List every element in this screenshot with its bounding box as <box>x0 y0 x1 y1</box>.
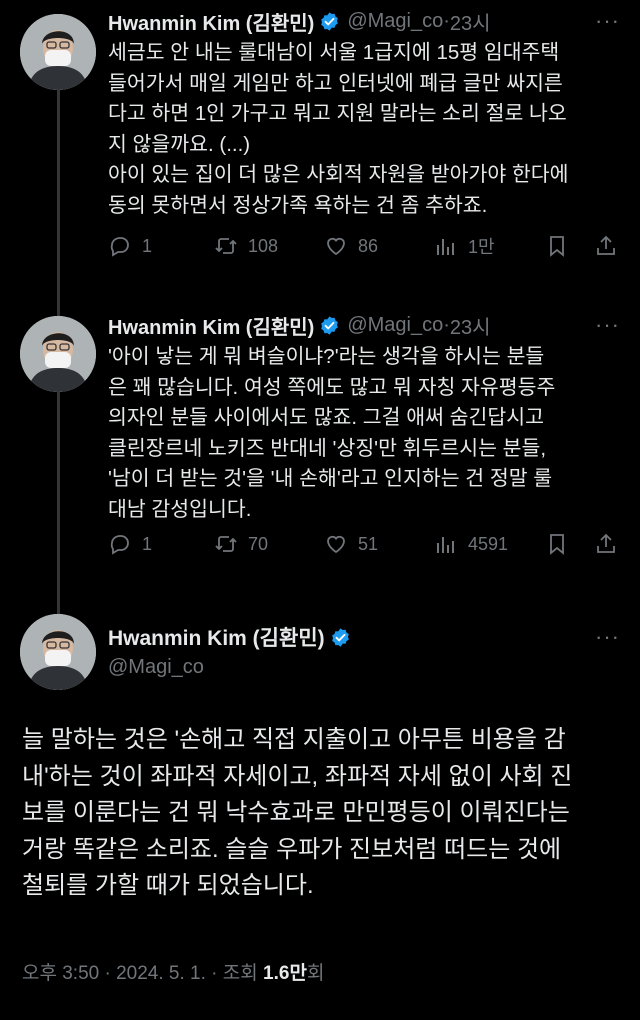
author-handle[interactable]: @Magi_co <box>347 314 443 337</box>
tweet-meta: 오후 3:50 · 2024. 5. 1. · 조회 1.6만회 <box>22 958 324 985</box>
timestamp[interactable]: 오후 3:50 · 2024. 5. 1. · 조회 <box>22 963 263 984</box>
more-icon[interactable]: ··· <box>595 8 620 34</box>
share-icon <box>597 235 615 255</box>
retweet-count: 108 <box>248 235 279 256</box>
bookmark-button[interactable] <box>545 234 569 258</box>
tweet-text: 세금도 안 내는 룰대남이 서울 1급지에 15평 임대주택 들어가서 매일 게… <box>108 41 569 217</box>
thread-line <box>57 392 60 618</box>
verified-badge-icon <box>321 11 339 31</box>
views-icon <box>437 537 454 553</box>
like-icon <box>327 237 345 256</box>
tweet-text: '아이 낳는 게 뭐 벼슬이냐?'라는 생각을 하시는 분들 은 꽤 많습니다.… <box>108 345 556 521</box>
thread-line <box>57 90 60 316</box>
view-count: 1.6만 <box>263 963 307 984</box>
views-button[interactable]: 4591 <box>434 532 508 556</box>
views-icon <box>437 239 454 255</box>
reply-icon <box>110 237 129 257</box>
retweet-icon <box>215 238 237 254</box>
avatar-photo <box>20 316 96 392</box>
view-suffix: 회 <box>306 963 325 984</box>
main-tweet-header: Hwanmin Kim (김환민) @Magi_co <box>108 622 358 679</box>
avatar[interactable] <box>20 14 96 90</box>
reply-count: 1 <box>142 235 153 256</box>
retweet-icon <box>215 536 237 552</box>
main-tweet-text: 늘 말하는 것은 '손해고 직접 지출이고 아무튼 비용을 감 내'하는 것이 … <box>22 726 573 900</box>
author-name-row: Hwanmin Kim (김환민) <box>108 622 358 652</box>
more-icon[interactable]: ··· <box>595 624 620 650</box>
verified-badge-icon <box>331 627 349 647</box>
tweet[interactable]: Hwanmin Kim (김환민) @Magi_co · 23시 ··· '아이… <box>108 310 626 526</box>
avatar-photo <box>20 14 96 90</box>
tweet-header: Hwanmin Kim (김환민) @Magi_co · 23시 <box>108 310 626 340</box>
author-name[interactable]: Hwanmin Kim (김환민) <box>108 7 314 36</box>
separator-dot: · <box>443 313 450 336</box>
tweet-header: Hwanmin Kim (김환민) @Magi_co · 23시 <box>108 6 626 36</box>
avatar[interactable] <box>20 614 96 690</box>
author-name[interactable]: Hwanmin Kim (김환민) <box>108 622 325 652</box>
like-icon <box>327 535 345 554</box>
reply-icon <box>110 535 129 555</box>
avatar[interactable] <box>20 316 96 392</box>
author-handle[interactable]: @Magi_co <box>108 656 358 679</box>
separator-dot: · <box>443 9 450 32</box>
tweet[interactable]: Hwanmin Kim (김환민) @Magi_co · 23시 ··· 세금도… <box>108 6 626 222</box>
author-name[interactable]: Hwanmin Kim (김환민) <box>108 311 314 340</box>
reply-button[interactable]: 1 <box>108 234 152 258</box>
like-button[interactable]: 86 <box>324 234 378 258</box>
view-count: 4591 <box>468 533 509 554</box>
like-count: 51 <box>358 533 379 554</box>
retweet-button[interactable]: 70 <box>214 532 268 556</box>
more-icon[interactable]: ··· <box>595 312 620 338</box>
like-count: 86 <box>358 235 379 256</box>
bookmark-button[interactable] <box>545 532 569 556</box>
reply-count: 1 <box>142 533 153 554</box>
share-button[interactable] <box>594 532 618 556</box>
like-button[interactable]: 51 <box>324 532 378 556</box>
bookmark-icon <box>550 534 564 555</box>
share-button[interactable] <box>594 234 618 258</box>
retweet-button[interactable]: 108 <box>214 234 278 258</box>
reply-button[interactable]: 1 <box>108 532 152 556</box>
verified-badge-icon <box>321 315 339 335</box>
tweet-time[interactable]: 23시 <box>450 311 491 340</box>
view-count: 1만 <box>468 237 495 257</box>
author-handle[interactable]: @Magi_co <box>347 10 443 33</box>
tweet-time[interactable]: 23시 <box>450 7 491 36</box>
views-button[interactable]: 1만 <box>434 233 495 259</box>
retweet-count: 70 <box>248 533 269 554</box>
avatar-photo <box>20 614 96 690</box>
share-icon <box>597 533 615 553</box>
bookmark-icon <box>550 236 564 257</box>
